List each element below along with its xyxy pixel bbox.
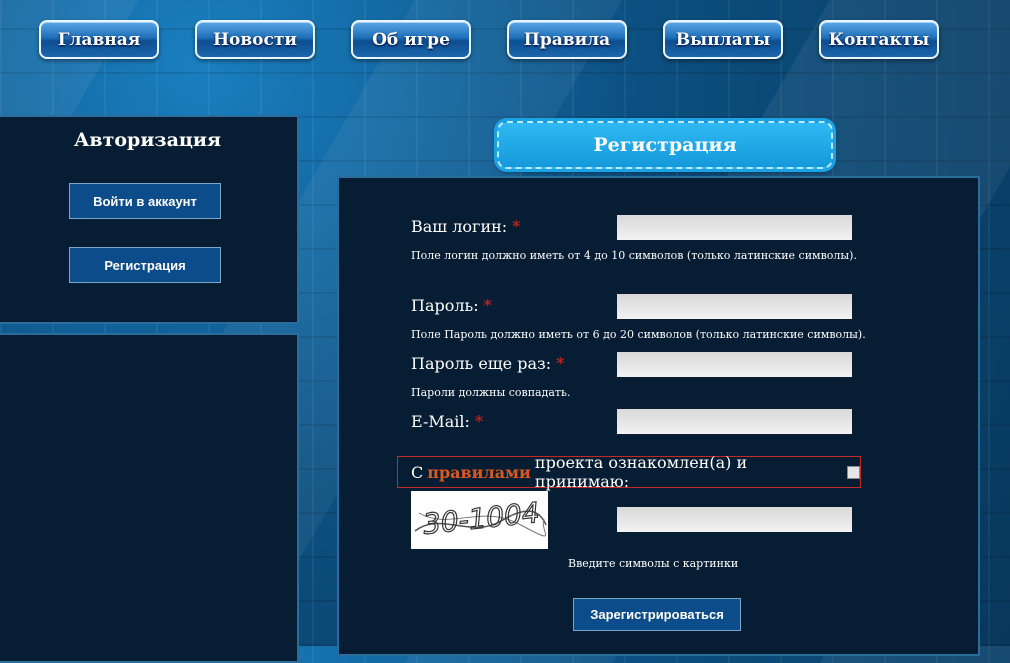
email-input[interactable]	[617, 409, 852, 434]
password-label: Пароль: *	[411, 296, 492, 315]
submit-button[interactable]: Зарегистрироваться	[573, 598, 741, 631]
required-mark: *	[483, 296, 492, 315]
email-label: E-Mail: *	[411, 412, 483, 431]
login-button[interactable]: Войти в аккаунт	[69, 183, 221, 219]
nav-home-button[interactable]: Главная	[39, 20, 159, 59]
required-mark: *	[475, 412, 484, 431]
captcha-image: 30-1004	[411, 491, 548, 549]
email-label-text: E-Mail:	[411, 412, 470, 431]
password-hint: Поле Пароль должно иметь от 6 до 20 симв…	[411, 328, 866, 341]
rules-acceptance: С правилами проекта ознакомлен(а) и прин…	[397, 453, 861, 491]
auth-panel: Авторизация Войти в аккаунт Регистрация	[0, 115, 299, 324]
captcha-drawing: 30-1004	[411, 491, 548, 549]
nav-rules-button[interactable]: Правила	[507, 20, 627, 59]
rules-link[interactable]: правилами	[427, 463, 531, 482]
password-label-text: Пароль:	[411, 296, 479, 315]
nav-news-button[interactable]: Новости	[195, 20, 315, 59]
nav-contacts-button[interactable]: Контакты	[819, 20, 939, 59]
login-input[interactable]	[617, 215, 852, 240]
nav-payouts-button[interactable]: Выплаты	[663, 20, 783, 59]
rules-prefix: С	[411, 462, 424, 482]
register-button[interactable]: Регистрация	[69, 247, 221, 283]
password-confirm-input[interactable]	[617, 352, 852, 377]
nav-about-button[interactable]: Об игре	[351, 20, 471, 59]
captcha-input[interactable]	[617, 507, 852, 532]
auth-title: Авторизация	[73, 129, 222, 151]
password-input[interactable]	[617, 294, 852, 319]
captcha-hint: Введите символы с картинки	[568, 557, 739, 570]
rules-suffix: проекта ознакомлен(а) и принимаю:	[534, 453, 748, 491]
login-label: Ваш логин: *	[411, 217, 520, 236]
password2-label-text: Пароль еще раз:	[411, 354, 552, 373]
password2-label: Пароль еще раз: *	[411, 354, 564, 373]
required-mark: *	[556, 354, 565, 373]
registration-title: Регистрация	[497, 121, 833, 169]
login-hint: Поле логин должно иметь от 4 до 10 симво…	[411, 249, 857, 262]
password2-hint: Пароли должны совпадать.	[411, 386, 571, 399]
sidebar-block	[0, 333, 299, 663]
rules-checkbox[interactable]	[847, 465, 860, 479]
login-label-text: Ваш логин:	[411, 217, 508, 236]
required-mark: *	[512, 217, 521, 236]
top-nav: Главная Новости Об игре Правила Выплаты …	[0, 0, 1010, 80]
